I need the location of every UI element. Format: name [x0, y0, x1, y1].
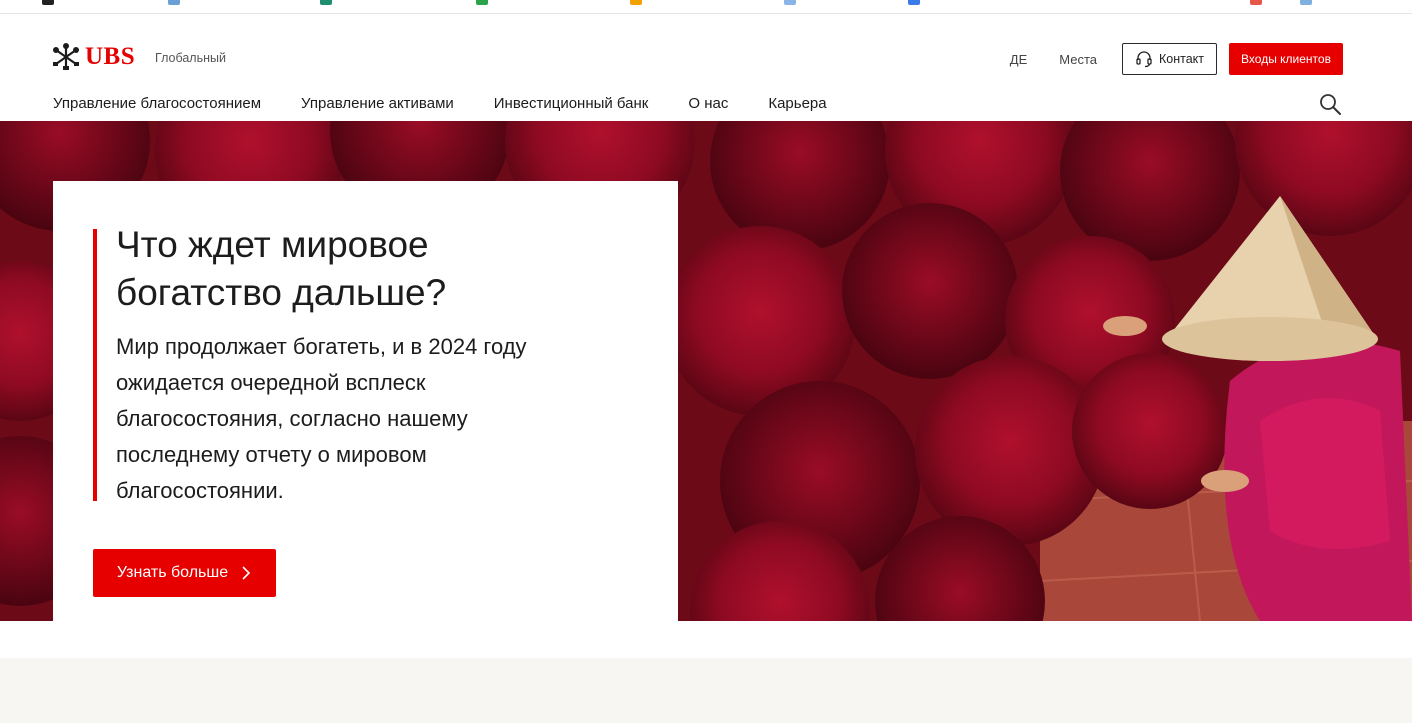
contact-button[interactable]: Контакт [1122, 43, 1217, 75]
bookmark-icon[interactable] [168, 0, 180, 5]
nav-item-investment-bank[interactable]: Инвестиционный банк [494, 95, 649, 112]
bookmark-icon[interactable] [320, 0, 332, 5]
chevron-right-icon [242, 566, 251, 580]
bookmark-icon[interactable] [1300, 0, 1312, 5]
bookmark-icon[interactable] [908, 0, 920, 5]
language-switch[interactable]: ДЕ [1010, 52, 1027, 67]
site-header: UBS Глобальный ДЕ Места Контакт Входы кл… [0, 15, 1412, 121]
headset-icon [1136, 51, 1152, 68]
bookmark-icon[interactable] [476, 0, 488, 5]
bookmark-icon[interactable] [630, 0, 642, 5]
hero-card: Что ждет мировое богатство дальше? Мир п… [53, 181, 678, 621]
nav-item-about-us[interactable]: О нас [688, 95, 728, 112]
client-login-label: Входы клиентов [1241, 52, 1331, 66]
learn-more-label: Узнать больше [116, 564, 229, 581]
region-label[interactable]: Глобальный [155, 51, 226, 65]
ubs-logo[interactable]: UBS [52, 42, 135, 72]
client-login-button[interactable]: Входы клиентов [1229, 43, 1343, 75]
accent-bar [93, 229, 97, 501]
nav-item-careers[interactable]: Карьера [768, 95, 826, 112]
hero-text: Мир продолжает богатеть, и в 2024 году о… [116, 334, 527, 503]
contact-label: Контакт [1158, 52, 1204, 66]
main-nav: Управление благосостоянием Управление ак… [53, 95, 827, 112]
hero-title: Что ждет мировое богатство дальше? [116, 224, 447, 313]
logo-wordmark: UBS [85, 43, 136, 70]
bookmark-bar [0, 0, 1412, 14]
next-section [0, 658, 1412, 723]
locations-link[interactable]: Места [1059, 52, 1097, 67]
bookmark-icon[interactable] [1250, 0, 1262, 5]
utility-nav: ДЕ Места Контакт Входы клиентов [1010, 43, 1343, 75]
search-icon[interactable] [1318, 92, 1342, 116]
nav-item-asset-management[interactable]: Управление активами [301, 95, 454, 112]
bookmark-icon[interactable] [42, 0, 54, 5]
learn-more-button[interactable]: Узнать больше [93, 549, 276, 597]
nav-item-wealth-management[interactable]: Управление благосостоянием [53, 95, 261, 112]
ubs-keys-icon [53, 43, 79, 71]
bookmark-icon[interactable] [784, 0, 796, 5]
